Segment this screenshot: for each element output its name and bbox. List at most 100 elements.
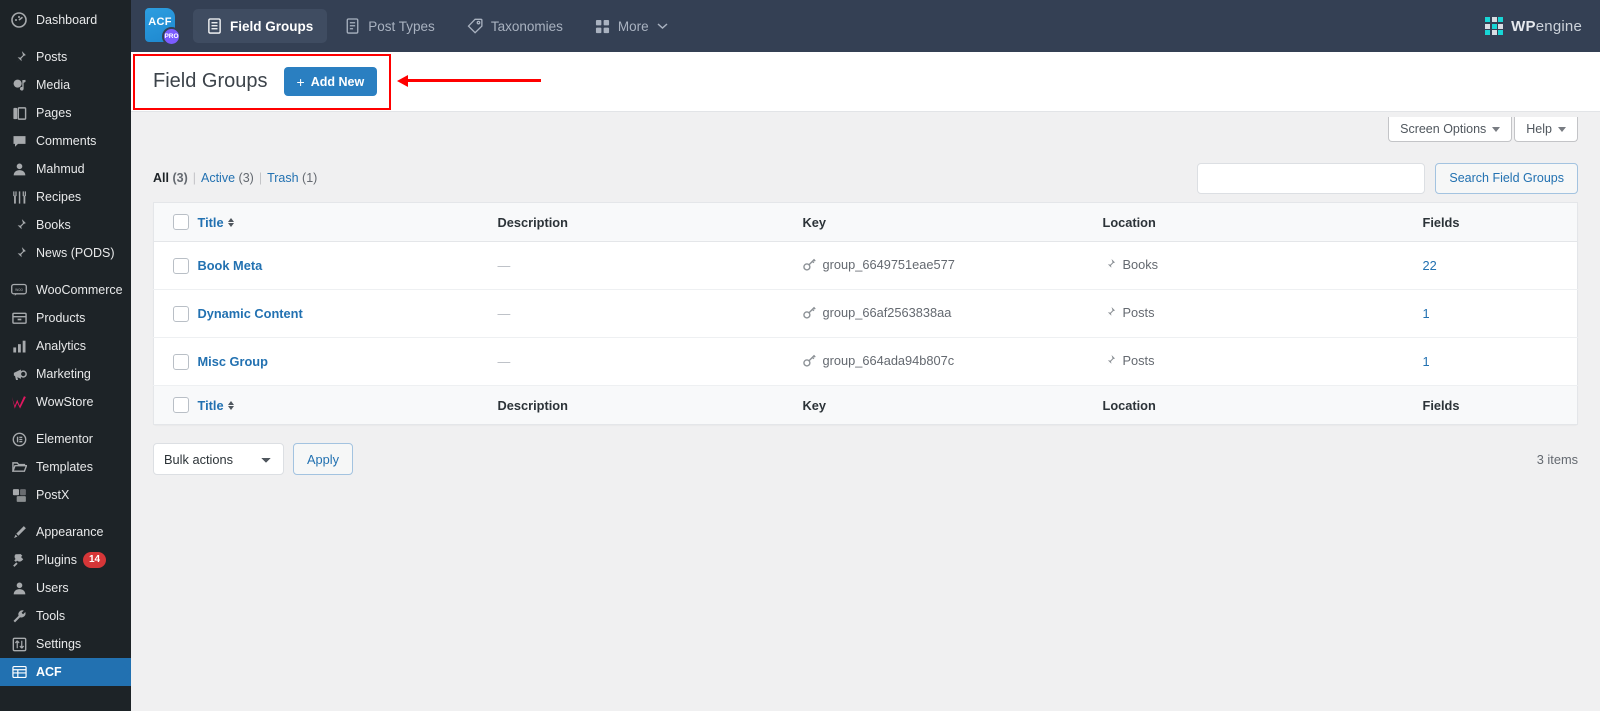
tab-more[interactable]: More [581, 9, 682, 43]
settings-icon [9, 634, 29, 654]
sidebar-item-appearance[interactable]: Appearance [0, 518, 131, 546]
filter-link-active[interactable]: Active (3) [201, 171, 254, 185]
add-new-label: Add New [310, 74, 365, 89]
sidebar-item-postx[interactable]: PostX [0, 481, 131, 509]
apply-button[interactable]: Apply [293, 443, 354, 475]
help-button[interactable]: Help [1514, 117, 1578, 142]
sidebar-item-products[interactable]: Products [0, 304, 131, 332]
sidebar-item-books[interactable]: Books [0, 211, 131, 239]
filter-link-all[interactable]: All (3) [153, 171, 188, 185]
items-count-label: 3 items [1536, 451, 1578, 467]
list-doc-icon [207, 18, 222, 34]
fields-count-link[interactable]: 22 [1423, 258, 1437, 273]
sidebar-item-news-pods[interactable]: News (PODS) [0, 239, 131, 267]
pin-icon [1103, 354, 1116, 367]
sidebar-item-marketing[interactable]: Marketing [0, 360, 131, 388]
sidebar-item-label: Analytics [36, 339, 87, 353]
sidebar-item-media[interactable]: Media [0, 71, 131, 99]
help-label: Help [1526, 122, 1552, 136]
row-key-cell: group_6649751eae577 [802, 241, 1103, 290]
add-new-button[interactable]: + Add New [283, 67, 378, 96]
sidebar-item-elementor[interactable]: Elementor [0, 425, 131, 453]
sidebar-item-comments[interactable]: Comments [0, 127, 131, 155]
sidebar-item-label: WooCommerce [36, 283, 123, 297]
sidebar-item-mahmud[interactable]: Mahmud [0, 155, 131, 183]
tag-icon [467, 18, 483, 34]
postx-icon [9, 485, 29, 505]
sidebar-item-dashboard[interactable]: Dashboard [0, 6, 131, 34]
select-all-footer [153, 385, 198, 425]
column-footer-key: Key [802, 385, 1103, 425]
row-fields-cell: 22 [1422, 241, 1578, 290]
sidebar-item-woocommerce[interactable]: woo WooCommerce [0, 276, 131, 304]
row-key-text: group_6649751eae577 [822, 257, 955, 272]
sidebar-item-analytics[interactable]: Analytics [0, 332, 131, 360]
sidebar-item-label: Posts [36, 50, 68, 64]
annotation-arrow [401, 79, 541, 82]
plus-icon: + [296, 73, 305, 90]
acf-tab-list: Field Groups Post Types Taxonomies More [193, 9, 682, 43]
sidebar-item-pages[interactable]: Pages [0, 99, 131, 127]
filter-link-trash[interactable]: Trash (1) [267, 171, 317, 185]
field-group-link[interactable]: Misc Group [198, 354, 268, 369]
row-key-cell: group_664ada94b807c [802, 337, 1103, 386]
sort-title-link[interactable]: Title [198, 215, 234, 230]
bulk-actions-select[interactable]: Bulk actions [153, 443, 284, 475]
sidebar-item-settings[interactable]: Settings [0, 630, 131, 658]
woo-icon: woo [9, 280, 29, 300]
analytics-icon [9, 336, 29, 356]
sidebar-item-label: Marketing [36, 367, 91, 381]
products-icon [9, 308, 29, 328]
search-submit-button[interactable]: Search Field Groups [1435, 162, 1578, 194]
sidebar-item-wowstore[interactable]: WowStore [0, 388, 131, 416]
row-checkbox[interactable] [173, 305, 189, 322]
wpengine-brand: WPengine [1484, 16, 1582, 36]
sidebar-item-recipes[interactable]: Recipes [0, 183, 131, 211]
sidebar-item-plugins[interactable]: Plugins 14 [0, 546, 131, 574]
screen-options-button[interactable]: Screen Options [1388, 117, 1513, 142]
pin-icon [9, 47, 29, 67]
table-head: Title Description Key Location Fields [153, 202, 1578, 242]
sidebar-item-tools[interactable]: Tools [0, 602, 131, 630]
select-all-checkbox[interactable] [173, 214, 189, 230]
filter-separator: | [192, 171, 196, 185]
acf-pro-badge: PRO [162, 27, 181, 46]
tab-field-groups[interactable]: Field Groups [193, 9, 328, 43]
fields-count-link[interactable]: 1 [1423, 354, 1430, 369]
row-description: — [497, 306, 511, 321]
field-group-link[interactable]: Dynamic Content [198, 306, 303, 321]
tab-taxonomies[interactable]: Taxonomies [453, 9, 577, 43]
sidebar-item-templates[interactable]: Templates [0, 453, 131, 481]
field-group-link[interactable]: Book Meta [198, 258, 263, 273]
filter-label: Trash [267, 171, 299, 185]
sidebar-item-label: Users [36, 581, 69, 595]
filter-count: (3) [172, 171, 188, 185]
sidebar-item-posts[interactable]: Posts [0, 43, 131, 71]
sidebar-item-label: Pages [36, 106, 72, 120]
filter-separator: | [258, 171, 263, 185]
sidebar-item-label: Elementor [36, 432, 93, 446]
fields-count-link[interactable]: 1 [1423, 306, 1430, 321]
row-checkbox[interactable] [173, 257, 189, 274]
filter-label: All [153, 171, 169, 185]
row-location-text: Posts [1122, 353, 1155, 368]
sidebar-item-acf[interactable]: ACF [0, 658, 131, 686]
sidebar-item-label: Media [36, 78, 71, 92]
row-select-cell [153, 289, 198, 338]
elementor-icon [9, 429, 29, 449]
column-header-key: Key [802, 202, 1103, 242]
sidebar-item-label: Plugins [36, 553, 77, 567]
tab-post-types[interactable]: Post Types [331, 9, 449, 43]
row-checkbox[interactable] [173, 353, 189, 370]
filter-count: (3) [238, 171, 254, 185]
filters-and-search-row: All (3) | Active (3) | Trash (1) Search Fiel… [153, 160, 1578, 196]
column-footer-title: Title [197, 385, 498, 425]
search-input[interactable] [1197, 162, 1426, 194]
svg-text:woo: woo [15, 287, 23, 292]
column-footer-fields: Fields [1422, 385, 1578, 425]
select-all-checkbox-footer[interactable] [173, 397, 189, 413]
chevron-down-icon [1558, 126, 1566, 132]
sort-title-link-footer[interactable]: Title [198, 398, 234, 413]
pages-icon [9, 103, 29, 123]
sidebar-item-users[interactable]: Users [0, 574, 131, 602]
